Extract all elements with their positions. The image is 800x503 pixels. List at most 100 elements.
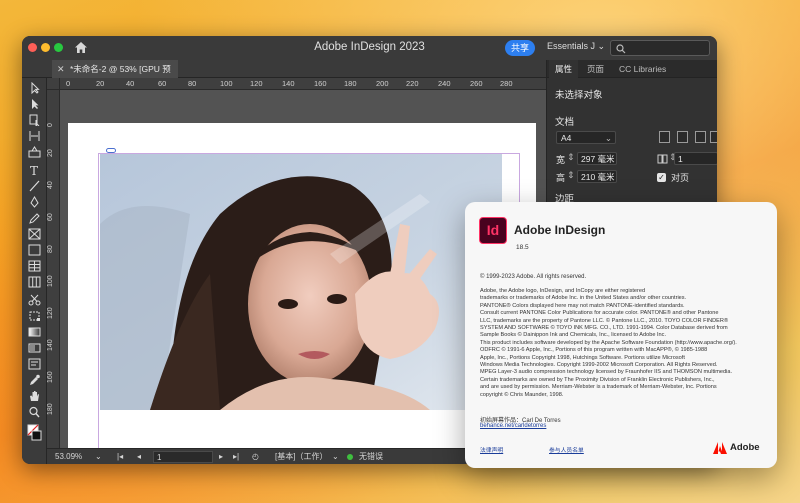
first-page-icon[interactable]: |◂ [117,449,123,464]
adobe-logo-icon [713,442,727,454]
ruler-tick: 200 [376,79,389,88]
ruler-tick: 220 [406,79,419,88]
zoom-level[interactable]: 53.09% [55,449,82,464]
hand-tool-icon[interactable] [27,390,42,402]
ruler-tick: 260 [470,79,483,88]
pen-tool-icon[interactable] [27,196,42,208]
legal-line: Windows Media Technologies. Copyright 19… [480,362,718,369]
scissors-tool-icon[interactable] [27,294,42,306]
zoom-tool-icon[interactable] [27,406,42,418]
binding-icon[interactable] [695,131,706,143]
legal-line: Apple, Inc., Portions Copyright 1998, Hu… [480,354,685,361]
workspace-selector[interactable]: Essentials J ⌄ [547,41,605,52]
prev-page-icon[interactable]: ◂ [137,449,141,464]
svg-text:140: 140 [47,339,54,351]
next-page-icon[interactable]: ▸ [219,449,223,464]
base-style-label[interactable]: [基本]（工作） [275,449,327,464]
pencil-tool-icon[interactable] [27,212,42,224]
ruler-tick: 40 [126,79,135,88]
chevron-down-icon: ⌄ [604,133,612,143]
preflight-ok-icon [347,454,353,460]
gap-tool-icon[interactable] [27,130,42,142]
svg-text:100: 100 [47,275,54,287]
tab-pages[interactable]: 页面 [587,60,604,78]
tab-cc-libraries[interactable]: CC Libraries [619,60,666,78]
ruler-tick: 0 [66,79,71,88]
ruler-tick: 140 [282,79,295,88]
search-input[interactable] [610,40,710,56]
legal-line: ODFRC © 1991-6 Apple, Inc., Portions of … [480,347,708,354]
svg-text:80: 80 [47,245,54,253]
width-field[interactable]: 297 毫米 [577,152,617,165]
gradient-feather-tool-icon[interactable] [27,342,42,354]
note-tool-icon[interactable] [27,358,42,370]
document-section-label: 文档 [555,117,575,128]
credits-link[interactable]: 参与人员名单 [549,445,584,454]
type-tool-icon[interactable]: T [27,164,42,176]
selection-tool-icon[interactable] [27,82,42,94]
eyedropper-tool-icon[interactable] [27,374,42,386]
facing-pages-checkbox[interactable]: ✓ [657,173,666,182]
placed-photo[interactable] [100,154,502,410]
legal-text: Adobe, the Adobe logo, InDesign, and InC… [480,288,768,399]
legal-line: Certain trademarks are owned by The Prox… [480,376,715,383]
pages-field[interactable]: 1 [674,152,717,165]
svg-text:180: 180 [47,403,54,415]
free-transform-tool-icon[interactable] [27,310,42,322]
vertical-ruler[interactable]: 0 20 40 60 80 100 120 140 160 180 [47,90,60,448]
page-size-value: A4 [561,133,572,143]
share-button[interactable]: 共享 [505,40,535,56]
ruler-tick: 120 [250,79,263,88]
legal-notices-link[interactable]: 法律声明 [480,445,503,454]
svg-text:120: 120 [47,307,54,319]
binding-right-icon[interactable] [710,131,717,143]
tab-document[interactable]: ✕ *未命名-2 @ 53% [GPU 预览] [52,60,178,92]
page-tool-icon[interactable] [27,114,42,126]
svg-text:40: 40 [47,181,54,189]
tab-properties[interactable]: 属性 [549,60,579,78]
rectangle-frame-tool-icon[interactable] [27,228,42,240]
landscape-orientation-icon[interactable] [677,131,688,143]
legal-line: Adobe, the Adobe logo, InDesign, and InC… [480,288,646,294]
height-stepper-icon[interactable]: ⇕ [567,170,575,181]
document-tab-bar: ✕ *未命名-2 @ 53% [GPU 预览] [22,60,546,92]
legal-line: and are used by permission. Merriam-Webs… [480,384,717,391]
page-view-icon[interactable]: ◴ [252,449,259,464]
close-tab-icon[interactable]: ✕ [57,60,65,78]
horizontal-ruler[interactable]: 0 20 40 60 80 100 120 140 160 180 200 22… [60,78,546,90]
fill-stroke-swatch-icon[interactable] [27,424,42,442]
height-field[interactable]: 210 毫米 [577,170,617,183]
ruler-origin[interactable] [47,78,60,90]
page-number-field[interactable]: 1 [153,451,213,463]
line-tool-icon[interactable] [27,180,42,192]
copyright-line: © 1999-2023 Adobe. All rights reserved. [480,274,587,280]
legal-line: MPEG Layer-3 audio compression technolog… [480,369,733,376]
content-collector-icon[interactable] [27,146,42,158]
portrait-image [100,154,502,410]
svg-text:0: 0 [47,123,54,127]
preflight-status[interactable]: 无错误 [359,449,383,464]
direct-selection-tool-icon[interactable] [27,98,42,110]
legal-line: Consult current PANTONE Color Publicatio… [480,310,719,317]
width-stepper-icon[interactable]: ⇕ [567,152,575,163]
ruler-tick: 60 [158,79,167,88]
ruler-tick: 280 [500,79,513,88]
height-label: 高 [556,173,566,183]
page-size-select[interactable]: A4 ⌄ [556,131,616,144]
legal-line: copyright © Chris Maunder, 1998. [480,391,564,398]
zoom-dropdown-icon[interactable]: ⌄ [95,449,102,464]
adobe-wordmark: Adobe [730,442,760,453]
gradient-swatch-tool-icon[interactable] [27,326,42,338]
style-dropdown-icon[interactable]: ⌄ [332,449,339,464]
grid-tool-icon[interactable] [27,276,42,288]
frame-link-handle[interactable] [106,148,116,153]
portrait-orientation-icon[interactable] [659,131,670,143]
rectangle-tool-icon[interactable] [27,244,42,256]
last-page-icon[interactable]: ▸| [233,449,239,464]
facing-pages-label: 对页 [671,173,690,183]
table-tool-icon[interactable] [27,260,42,272]
svg-text:T: T [30,164,38,176]
credit-link[interactable]: behance.net/carldetorres [480,423,546,429]
vertical-ruler-ticks: 0 20 40 60 80 100 120 140 160 180 [47,123,54,415]
search-icon [616,44,626,54]
